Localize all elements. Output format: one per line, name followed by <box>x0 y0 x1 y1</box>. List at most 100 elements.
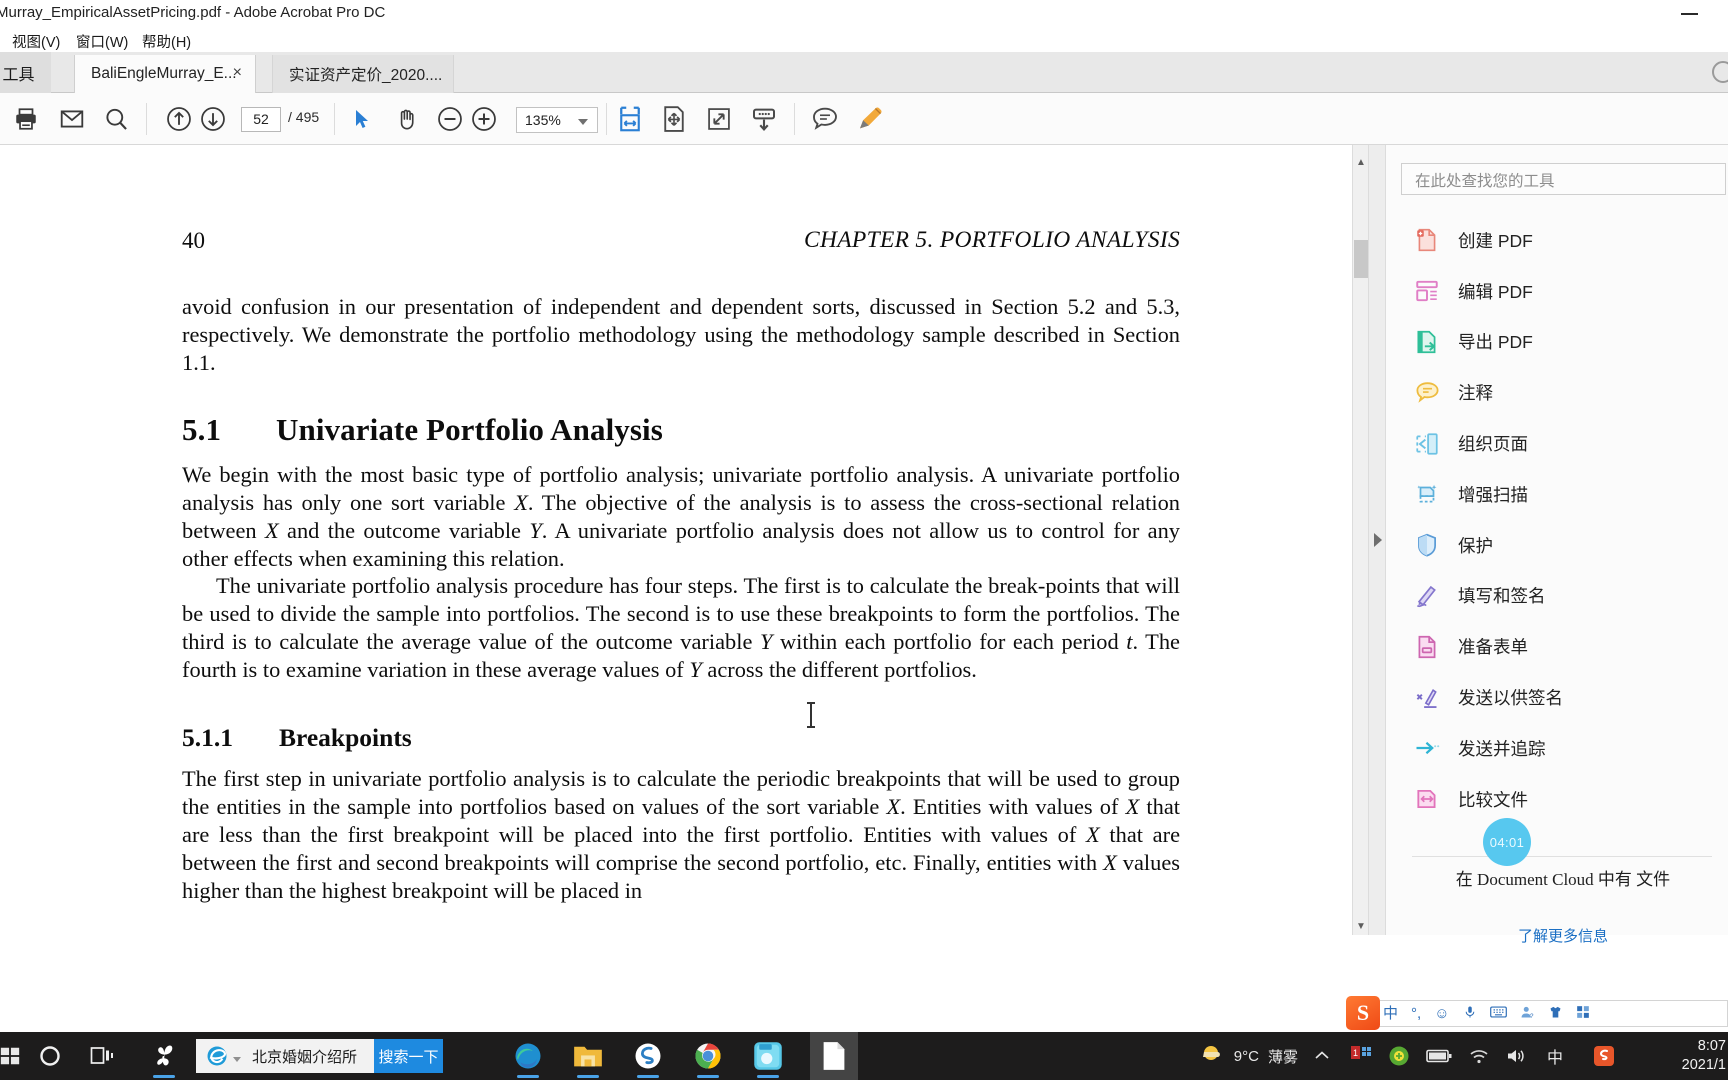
apps-icon[interactable] <box>1576 1005 1590 1022</box>
pdf-page: 40 CHAPTER 5. PORTFOLIO ANALYSIS avoid c… <box>0 145 1352 935</box>
tray-volume[interactable] <box>1506 1043 1528 1069</box>
chevron-up-icon <box>1315 1051 1329 1059</box>
zoom-level-value: 135% <box>525 112 561 128</box>
pan-page-button[interactable] <box>652 97 696 141</box>
math-var: X <box>1103 849 1117 875</box>
tray-security[interactable] <box>1388 1043 1410 1069</box>
chevron-down-icon <box>578 119 588 125</box>
sogou-taskbar-button[interactable] <box>144 1036 184 1078</box>
close-icon[interactable]: × <box>233 65 242 81</box>
start-button[interactable] <box>0 1036 30 1076</box>
tool-item-prepare-form[interactable]: 准备表单 <box>1386 621 1728 672</box>
fit-width-button[interactable] <box>608 97 652 141</box>
taskbar-app-edge[interactable] <box>508 1036 548 1078</box>
ime-toolbar[interactable]: 中 °, ☺ ? <box>1348 1000 1728 1027</box>
fullscreen-button[interactable] <box>697 97 741 141</box>
highlight-button[interactable] <box>848 97 892 141</box>
tool-label: 准备表单 <box>1458 637 1528 658</box>
search-button[interactable] <box>94 97 138 141</box>
sogou-ime-logo-icon[interactable]: S <box>1346 996 1380 1030</box>
cursor-arrow-icon <box>356 110 368 128</box>
windows-start-icon <box>0 1047 20 1065</box>
zoom-in-button[interactable] <box>462 97 506 141</box>
tray-ime-mode[interactable]: 中 <box>1547 1043 1563 1069</box>
skin-icon[interactable] <box>1548 1005 1563 1023</box>
scroll-up-icon[interactable]: ▲ <box>1353 153 1369 171</box>
tool-item-enhance-scan[interactable]: 增强扫描 <box>1386 469 1728 520</box>
tool-item-protect[interactable]: 保护 <box>1386 520 1728 571</box>
tool-item-fill-and-sign[interactable]: 填写和签名 <box>1386 571 1728 622</box>
tool-item-export-pdf[interactable]: 导出 PDF <box>1386 317 1728 368</box>
clock-date: 2021/1 <box>1681 1057 1726 1073</box>
tool-item-organize-pages[interactable]: 组织页面 <box>1386 418 1728 469</box>
zoom-level-select[interactable]: 135% <box>516 107 598 133</box>
tray-wifi[interactable] <box>1468 1043 1490 1069</box>
toolbar: 52 / 495 135% <box>0 93 1728 145</box>
document-tab-shizheng[interactable]: 实证资产定价_2020.... <box>272 55 454 93</box>
download-button[interactable] <box>742 97 786 141</box>
chinese-mode-icon[interactable]: 中 <box>1383 1006 1398 1021</box>
taskbar-app-live[interactable] <box>748 1036 788 1078</box>
shield-green-icon <box>1389 1046 1409 1066</box>
hand-tool-button[interactable] <box>385 97 429 141</box>
tool-item-edit-pdf[interactable]: 编辑 PDF <box>1386 266 1728 317</box>
help-circle-icon[interactable] <box>1712 61 1728 83</box>
timer-badge[interactable]: 04:01 <box>1483 818 1531 866</box>
comment-button[interactable] <box>803 97 847 141</box>
chevron-right-icon[interactable] <box>1374 533 1382 547</box>
taskbar-clock[interactable]: 8:07 2021/1 <box>1682 1037 1726 1075</box>
tools-tab[interactable]: 工具 <box>0 52 51 93</box>
tool-label: 发送并追踪 <box>1458 738 1546 759</box>
tool-item-comment[interactable]: 注释 <box>1386 367 1728 418</box>
math-var: X <box>886 794 901 820</box>
taskbar-app-file-explorer[interactable] <box>568 1036 608 1078</box>
tab-strip: 工具 BaliEngleMurray_E... × 实证资产定价_2020...… <box>0 52 1728 93</box>
keyboard-icon[interactable] <box>1489 1005 1507 1022</box>
scroll-down-icon[interactable]: ▼ <box>1353 917 1369 935</box>
document-tab-baliengle[interactable]: BaliEngleMurray_E... × <box>74 55 256 93</box>
next-page-button[interactable] <box>191 97 235 141</box>
hand-icon <box>400 109 414 130</box>
paragraph: The first step in univariate portfolio a… <box>182 765 1180 904</box>
email-button[interactable] <box>50 97 94 141</box>
menu-help[interactable]: 帮助(H) <box>138 30 195 53</box>
tool-item-compare-files[interactable]: 比较文件 <box>1386 774 1728 825</box>
page-number-input[interactable]: 52 <box>241 107 281 132</box>
cortana-circle-icon <box>40 1046 60 1066</box>
weather-widget[interactable]: 9°C 薄雾 <box>1200 1043 1298 1069</box>
tray-notification[interactable]: 1 <box>1350 1043 1372 1069</box>
vertical-scrollbar[interactable]: ▲ ▼ <box>1352 145 1368 935</box>
scrollbar-thumb[interactable] <box>1354 240 1368 278</box>
microphone-icon[interactable] <box>1463 1004 1477 1023</box>
tool-item-send-and-track[interactable]: 发送并追踪 <box>1386 723 1728 774</box>
user-icon[interactable]: ? <box>1520 1005 1535 1023</box>
tool-label: 增强扫描 <box>1458 484 1528 505</box>
fill-and-sign-icon <box>1412 581 1442 611</box>
tools-search-input[interactable]: 在此处查找您的工具 <box>1401 163 1726 195</box>
menu-window[interactable]: 窗口(W) <box>72 30 132 53</box>
document-viewer[interactable]: 40 CHAPTER 5. PORTFOLIO ANALYSIS avoid c… <box>0 145 1352 935</box>
task-view-button[interactable] <box>82 1036 122 1076</box>
taskbar-app-chrome[interactable] <box>688 1036 728 1078</box>
tools-tab-label: 工具 <box>2 66 35 84</box>
emoji-icon[interactable]: ☺ <box>1434 1006 1449 1021</box>
math-var: X <box>264 517 279 543</box>
tool-item-create-pdf[interactable]: 创建 PDF <box>1386 215 1728 266</box>
cortana-button[interactable] <box>30 1036 70 1076</box>
tools-list: 创建 PDF 编辑 PDF 导出 PDF 注释 组织页面 增强扫描 保护 填写和… <box>1386 215 1728 825</box>
tray-expand-button[interactable] <box>1314 1043 1330 1069</box>
taskbar-app-sogou-browser[interactable] <box>628 1036 668 1078</box>
tray-sogou[interactable] <box>1592 1043 1616 1069</box>
menu-view[interactable]: 视图(V) <box>8 30 64 53</box>
tray-battery[interactable] <box>1426 1043 1452 1069</box>
tool-item-send-for-signature[interactable]: 发送以供签名 <box>1386 672 1728 723</box>
edge-icon <box>515 1043 541 1069</box>
search-go-button[interactable]: 搜索一下 <box>374 1039 443 1073</box>
right-panel-collapse-rail[interactable] <box>1368 145 1385 935</box>
taskbar-app-acrobat-doc[interactable] <box>810 1032 858 1080</box>
learn-more-link[interactable]: 了解更多信息 <box>1398 925 1728 946</box>
select-tool-button[interactable] <box>340 97 384 141</box>
print-button[interactable] <box>4 97 48 141</box>
minimize-button[interactable] <box>1668 0 1714 26</box>
punctuation-icon[interactable]: °, <box>1411 1006 1421 1021</box>
